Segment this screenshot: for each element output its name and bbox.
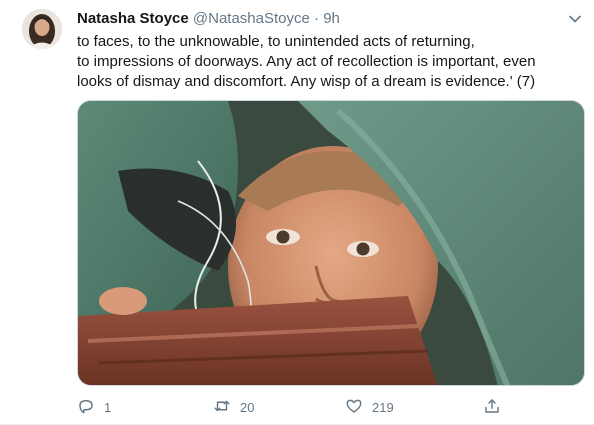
share-icon (483, 397, 501, 418)
tweet-time[interactable]: 9h (323, 10, 340, 27)
tweet-text: to faces, to the unknowable, to unintend… (77, 32, 577, 92)
reply-count: 1 (104, 399, 112, 415)
author-handle[interactable]: @NatashaStoyce (193, 10, 310, 27)
tweet-actions: 1 20 219 (77, 396, 507, 418)
reply-button[interactable]: 1 (77, 396, 111, 418)
avatar-image (22, 9, 62, 49)
heart-icon (345, 397, 363, 418)
tweet[interactable]: Natasha Stoyce @NatashaStoyce · 9h to fa… (0, 0, 594, 425)
tweet-text-line: to impressions of doorways. Any act of r… (77, 53, 536, 70)
tweet-header: Natasha Stoyce @NatashaStoyce · 9h (77, 10, 340, 28)
author-name[interactable]: Natasha Stoyce (77, 10, 189, 27)
retweet-icon (213, 397, 231, 418)
like-count: 219 (372, 399, 394, 415)
tweet-media[interactable] (77, 100, 585, 386)
chevron-down-icon[interactable] (566, 10, 584, 28)
like-button[interactable]: 219 (345, 396, 394, 418)
retweet-count: 20 (240, 399, 255, 415)
avatar[interactable] (22, 9, 62, 49)
media-photo (78, 101, 584, 385)
tweet-text-line: looks of dismay and discomfort. Any wisp… (77, 73, 536, 90)
share-button[interactable] (483, 396, 501, 418)
retweet-button[interactable]: 20 (213, 396, 254, 418)
tweet-text-line: to faces, to the unknowable, to unintend… (77, 33, 475, 50)
separator-dot: · (314, 10, 320, 27)
reply-icon (77, 397, 95, 418)
